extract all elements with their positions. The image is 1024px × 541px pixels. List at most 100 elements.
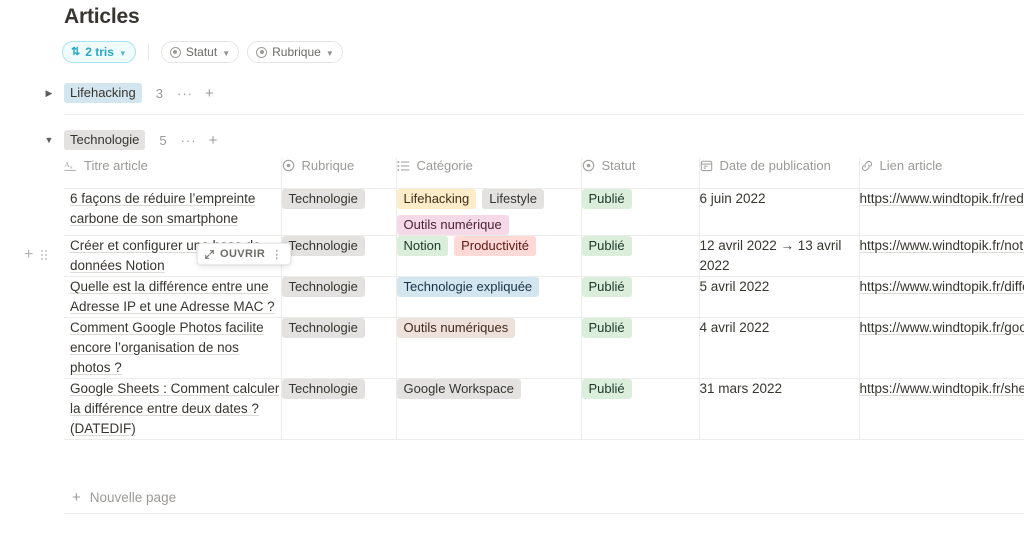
open-page-button[interactable]: OUVRIR ⋮: [197, 243, 291, 265]
sort-chip-label: 2 tris: [85, 45, 114, 59]
group-add-icon[interactable]: +: [209, 133, 218, 148]
tag-list: Outils numériques: [396, 318, 581, 338]
article-link[interactable]: https://www.windtopik.fr/reduire-emprein…: [860, 191, 1024, 206]
cell-rubrique[interactable]: Technologie: [281, 276, 397, 318]
row-title-link[interactable]: 6 façons de réduire l’empreinte carbone …: [70, 191, 255, 226]
row-menu-icon[interactable]: ⋮: [271, 248, 283, 261]
sort-icon: ⇅: [71, 45, 81, 58]
notion-database-page: Articles ⇅ 2 tris ▼ Statut ▼ Rubrique ▼ …: [0, 0, 1024, 541]
tag: Technologie: [281, 277, 365, 297]
group-toggle-icon[interactable]: ▶: [40, 88, 58, 99]
status-badge: Publié: [581, 236, 632, 256]
link-icon: [860, 159, 874, 173]
select-icon: [169, 46, 181, 58]
table-row: Google Sheets : Comment calculer la diff…: [64, 378, 1024, 440]
tag-list: Technologie: [281, 318, 396, 338]
cell-statut[interactable]: Publié: [581, 276, 700, 318]
group-name-technologie[interactable]: Technologie: [64, 130, 146, 150]
filter-chip-statut[interactable]: Statut ▼: [160, 41, 240, 63]
column-header-date[interactable]: Date de publication: [699, 158, 860, 189]
table-header: A a Titre article Rubrique Catégorie Sta…: [64, 158, 1024, 189]
column-header-statut[interactable]: Statut: [581, 158, 700, 189]
cell-lien[interactable]: https://www.windtopik.fr/difference-adre…: [859, 276, 1024, 318]
cell-lien[interactable]: https://www.windtopik.fr/sheets-calculer…: [859, 378, 1024, 440]
group-divider: [64, 114, 1024, 115]
date-value: 31 mars 2022: [699, 381, 783, 396]
group-name-lifehacking[interactable]: Lifehacking: [64, 83, 142, 103]
cell-statut[interactable]: Publié: [581, 235, 700, 277]
cell-categorie[interactable]: Notion Productivité: [396, 235, 582, 277]
group-toggle-icon[interactable]: ▼: [40, 135, 58, 145]
select-icon: [282, 159, 296, 173]
tag: Outils numérique: [396, 215, 509, 235]
column-header-statut-label: Statut: [601, 158, 636, 173]
toolbar-divider: [147, 44, 149, 60]
article-link[interactable]: https://www.windtopik.fr/sheets-calculer…: [860, 381, 1024, 396]
group-more-icon[interactable]: ···: [181, 133, 197, 148]
cell-date[interactable]: 31 mars 2022: [699, 378, 860, 440]
group-count-technologie: 5: [159, 132, 167, 148]
cell-lien[interactable]: https://www.windtopik.fr/notion-creer-co…: [859, 235, 1024, 277]
cell-date[interactable]: 5 avril 2022: [699, 276, 860, 318]
drag-handle-icon[interactable]: [41, 250, 48, 260]
filter-chip-rubrique[interactable]: Rubrique ▼: [247, 41, 343, 63]
tag: Technologie expliquée: [396, 277, 540, 297]
tag-list: Technologie expliquée: [396, 277, 581, 297]
tag-list: Technologie: [281, 189, 396, 209]
database-table: A a Titre article Rubrique Catégorie Sta…: [64, 158, 1024, 440]
svg-text:A: A: [64, 160, 69, 168]
cell-rubrique[interactable]: Technologie: [281, 378, 397, 440]
cell-titre[interactable]: Quelle est la différence entre une Adres…: [64, 276, 282, 318]
cell-categorie[interactable]: Technologie expliquée: [396, 276, 582, 318]
tag: Technologie: [281, 318, 365, 338]
cell-titre[interactable]: 6 façons de réduire l’empreinte carbone …: [64, 188, 282, 236]
tag: Productivité: [454, 236, 536, 256]
tag-list: Publié: [581, 379, 699, 399]
column-header-date-label: Date de publication: [719, 158, 831, 173]
row-title-link[interactable]: Quelle est la différence entre une Adres…: [70, 279, 275, 314]
cell-lien[interactable]: https://www.windtopik.fr/reduire-emprein…: [859, 188, 1024, 236]
add-row-icon[interactable]: +: [24, 247, 33, 263]
cell-categorie[interactable]: Google Workspace: [396, 378, 582, 440]
sort-chip[interactable]: ⇅ 2 tris ▼: [62, 41, 136, 63]
row-title-link[interactable]: Google Sheets : Comment calculer la diff…: [70, 381, 279, 436]
cell-rubrique[interactable]: Technologie: [281, 188, 397, 236]
row-hover-controls: +: [24, 247, 48, 263]
cell-date[interactable]: 4 avril 2022: [699, 317, 860, 379]
cell-categorie[interactable]: Lifehacking Lifestyle Outils numérique: [396, 188, 582, 236]
tag-list: Lifehacking Lifestyle Outils numérique: [396, 189, 581, 235]
cell-titre[interactable]: Google Sheets : Comment calculer la diff…: [64, 378, 282, 440]
column-header-categorie[interactable]: Catégorie: [396, 158, 582, 189]
article-link[interactable]: https://www.windtopik.fr/google-photos-a…: [860, 320, 1024, 335]
date-value: 6 juin 2022: [699, 191, 766, 206]
column-header-rubrique[interactable]: Rubrique: [281, 158, 397, 189]
cell-date[interactable]: 6 juin 2022: [699, 188, 860, 236]
cell-date[interactable]: 12 avril 2022 → 13 avril 2022: [699, 235, 860, 277]
select-icon: [256, 46, 268, 58]
status-badge: Publié: [581, 189, 632, 209]
tag: Google Workspace: [396, 379, 521, 399]
cell-rubrique[interactable]: Technologie: [281, 235, 397, 277]
column-header-lien[interactable]: Lien article: [859, 158, 1024, 189]
select-icon: [582, 159, 596, 173]
chevron-down-icon: ▼: [222, 48, 231, 58]
calendar-icon: [700, 159, 714, 173]
group-add-icon[interactable]: +: [205, 86, 214, 101]
column-header-titre[interactable]: A a Titre article: [64, 158, 282, 189]
cell-lien[interactable]: https://www.windtopik.fr/google-photos-a…: [859, 317, 1024, 379]
new-page-row[interactable]: + Nouvelle page: [64, 481, 1024, 514]
cell-titre[interactable]: Comment Google Photos facilite encore l’…: [64, 317, 282, 379]
cell-statut[interactable]: Publié: [581, 378, 700, 440]
cell-rubrique[interactable]: Technologie: [281, 317, 397, 379]
cell-categorie[interactable]: Outils numériques: [396, 317, 582, 379]
group-more-icon[interactable]: ···: [177, 86, 193, 101]
row-title-link[interactable]: Comment Google Photos facilite encore l’…: [70, 320, 264, 375]
cell-statut[interactable]: Publié: [581, 188, 700, 236]
article-link[interactable]: https://www.windtopik.fr/notion-creer-co…: [860, 238, 1024, 253]
article-link[interactable]: https://www.windtopik.fr/difference-adre…: [860, 279, 1024, 294]
column-header-rubrique-label: Rubrique: [301, 158, 355, 173]
tag-list: Technologie: [281, 236, 396, 256]
group-count-lifehacking: 3: [155, 85, 164, 101]
cell-statut[interactable]: Publié: [581, 317, 700, 379]
chevron-down-icon: ▼: [325, 48, 334, 58]
